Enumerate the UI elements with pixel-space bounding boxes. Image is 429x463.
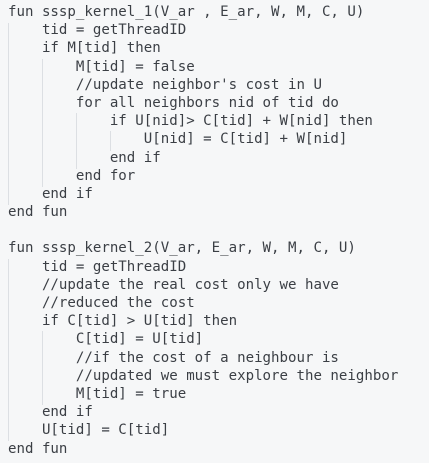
code-line: C[tid] = U[tid] (8, 331, 204, 348)
code-line: end fun (8, 440, 68, 457)
code-line: //if the cost of a neighbour is (8, 349, 339, 366)
code-line: if U[nid]> C[tid] + W[nid] then (8, 113, 373, 130)
code-line: end if (8, 185, 93, 202)
code-line: //update the real cost only we have (8, 276, 339, 293)
code-line: for all neighbors nid of tid do (8, 94, 339, 111)
code-line: if M[tid] then (8, 40, 161, 57)
code-line: if C[tid] > U[tid] then (8, 313, 238, 330)
code-line: fun sssp_kernel_1(V_ar , E_ar, W, M, C, … (8, 4, 365, 20)
code-line: tid = getThreadID (8, 22, 187, 39)
code-line: end fun (8, 204, 68, 221)
code-line: end if (8, 149, 161, 166)
code-line: //update neighbor's cost in U (8, 76, 322, 93)
pseudocode: fun sssp_kernel_1(V_ar , E_ar, W, M, C, … (8, 3, 398, 458)
code-line: U[tid] = C[tid] (8, 422, 170, 439)
code-line: end for (8, 167, 136, 184)
code-line: M[tid] = false (8, 58, 195, 75)
code-line: U[nid] = C[tid] + W[nid] (8, 131, 348, 148)
code-line: //reduced the cost (8, 295, 195, 311)
code-line: fun sssp_kernel_2(V_ar, E_ar, W, M, C, U… (8, 240, 356, 257)
code-line: tid = getThreadID (8, 258, 187, 275)
code-line: M[tid] = true (8, 385, 187, 402)
code-line: end if (8, 404, 93, 421)
code-line: //updated we must explore the neighbor (8, 367, 399, 384)
code-block: fun sssp_kernel_1(V_ar , E_ar, W, M, C, … (0, 3, 429, 463)
